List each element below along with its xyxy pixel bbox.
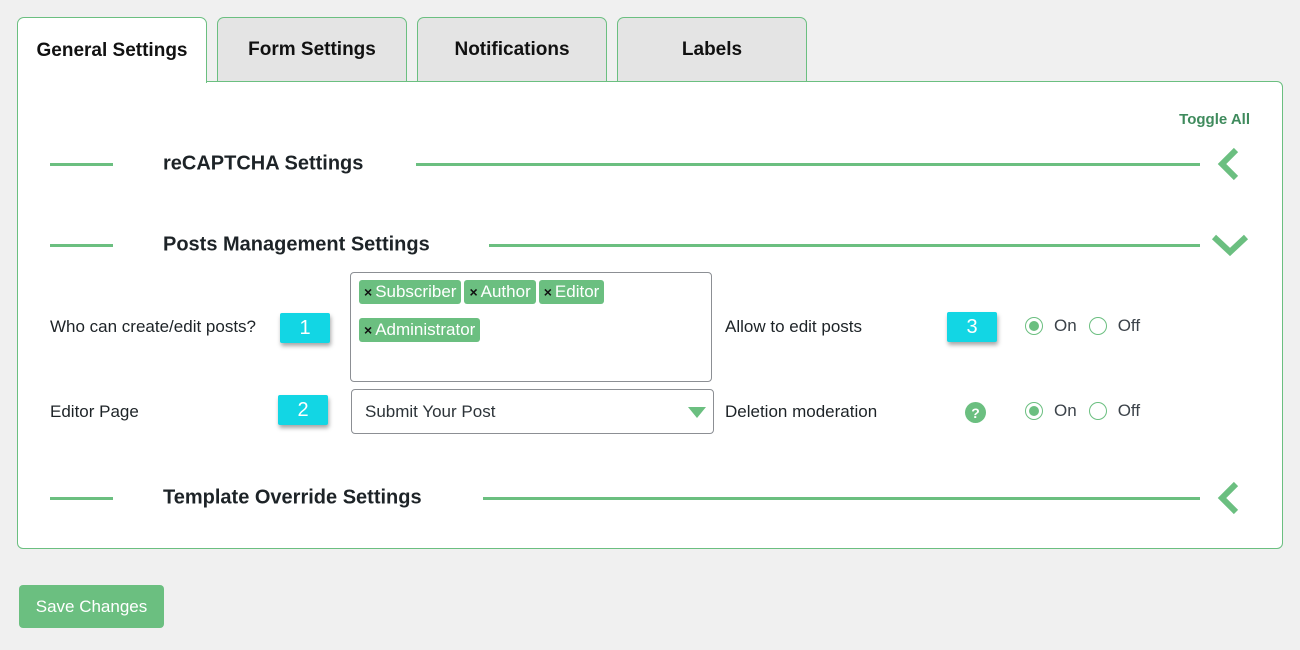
who-can-edit-label: Who can create/edit posts?	[50, 317, 257, 336]
section-title: reCAPTCHA Settings	[163, 152, 372, 176]
tab-labels[interactable]: Labels	[617, 17, 807, 81]
tab-notifications[interactable]: Notifications	[417, 17, 607, 81]
role-chip-author: × Author	[464, 280, 536, 304]
remove-icon[interactable]: ×	[364, 322, 372, 338]
role-chip-administrator: × Administrator	[359, 318, 481, 342]
dropdown-caret-icon	[688, 407, 706, 418]
annotation-badge-2: 2	[278, 395, 328, 425]
chip-label: Editor	[554, 282, 600, 301]
section-recaptcha-settings[interactable]: reCAPTCHA Settings	[50, 144, 1250, 184]
radio-label-on[interactable]: On	[1054, 316, 1077, 336]
radio-label-off[interactable]: Off	[1118, 316, 1140, 336]
divider	[483, 497, 1200, 500]
divider	[50, 163, 113, 166]
editor-page-select[interactable]: Submit Your Post	[351, 389, 714, 434]
section-title: Posts Management Settings	[163, 233, 438, 257]
deletion-moderation-radio-group: On Off	[1025, 401, 1152, 421]
deletion-moderation-label: Deletion moderation	[725, 402, 878, 421]
remove-icon[interactable]: ×	[469, 284, 477, 300]
save-changes-button[interactable]: Save Changes	[19, 585, 164, 628]
help-icon[interactable]: ?	[965, 402, 986, 423]
role-chip-editor: × Editor	[538, 280, 605, 304]
deletion-moderation-off-radio[interactable]	[1088, 402, 1107, 420]
settings-panel: Toggle All reCAPTCHA Settings Posts Mana…	[17, 81, 1283, 549]
radio-label-off[interactable]: Off	[1118, 401, 1140, 421]
annotation-badge-1: 1	[280, 313, 330, 343]
roles-multiselect[interactable]: × Subscriber × Author × Editor × Administrator	[350, 272, 712, 382]
chip-label: Administrator	[375, 320, 476, 339]
divider	[50, 244, 113, 247]
editor-page-label: Editor Page	[50, 402, 139, 421]
remove-icon[interactable]: ×	[364, 284, 372, 300]
section-posts-management-settings[interactable]: Posts Management Settings	[50, 225, 1250, 265]
allow-edit-off-radio[interactable]	[1088, 317, 1107, 335]
allow-edit-radio-group: On Off	[1025, 316, 1152, 336]
allow-edit-label: Allow to edit posts	[725, 317, 863, 336]
chip-label: Author	[480, 282, 531, 301]
remove-icon[interactable]: ×	[544, 284, 552, 300]
divider	[50, 497, 113, 500]
radio-label-on[interactable]: On	[1054, 401, 1077, 421]
chevron-left-icon[interactable]	[1210, 478, 1250, 518]
divider	[489, 244, 1200, 247]
allow-edit-on-radio[interactable]	[1025, 317, 1043, 335]
tab-form-settings[interactable]: Form Settings	[217, 17, 407, 81]
tab-general-settings[interactable]: General Settings	[17, 17, 207, 83]
deletion-moderation-on-radio[interactable]	[1025, 402, 1043, 420]
role-chip-subscriber: × Subscriber	[359, 280, 462, 304]
chevron-left-icon[interactable]	[1210, 144, 1250, 184]
chip-label: Subscriber	[375, 282, 457, 301]
editor-page-selected-value: Submit Your Post	[365, 401, 496, 421]
divider	[416, 163, 1200, 166]
chevron-down-icon[interactable]	[1210, 225, 1250, 265]
section-title: Template Override Settings	[163, 486, 430, 510]
toggle-all-link[interactable]: Toggle All	[1179, 111, 1250, 128]
annotation-badge-3: 3	[947, 312, 997, 342]
section-template-override-settings[interactable]: Template Override Settings	[50, 478, 1250, 518]
